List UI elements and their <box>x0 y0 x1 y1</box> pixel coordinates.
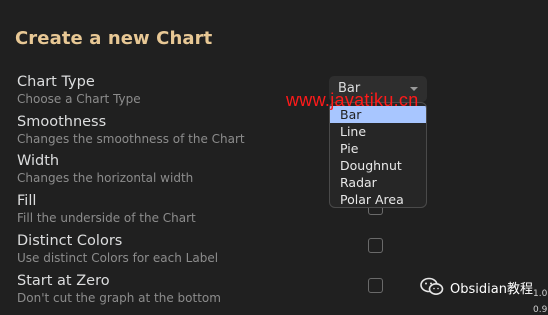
setting-smoothness: Smoothness Changes the smoothness of the… <box>17 114 245 146</box>
setting-name: Distinct Colors <box>17 233 123 249</box>
setting-chart-type: Chart Type Choose a Chart Type <box>17 74 141 106</box>
setting-name: Width <box>17 153 60 169</box>
dropdown-option-radar[interactable]: Radar <box>330 174 426 191</box>
dropdown-option-polar-area[interactable]: Polar Area <box>330 191 426 207</box>
chart-type-select[interactable]: Bar <box>329 76 427 102</box>
setting-description: Use distinct Colors for each Label <box>17 251 219 265</box>
setting-description: Choose a Chart Type <box>17 92 141 106</box>
wechat-icon <box>420 277 444 295</box>
setting-fill: Fill Fill the underside of the Chart <box>17 193 196 225</box>
chevron-down-icon <box>410 87 418 91</box>
dropdown-option-doughnut[interactable]: Doughnut <box>330 157 426 174</box>
start-at-zero-checkbox[interactable] <box>368 278 383 293</box>
setting-name: Fill <box>17 193 37 209</box>
setting-name: Chart Type <box>17 74 95 90</box>
dropdown-option-line[interactable]: Line <box>330 123 426 140</box>
distinct-colors-checkbox[interactable] <box>368 238 383 253</box>
setting-description: Changes the horizontal width <box>17 171 194 185</box>
wechat-badge-text: Obsidian教程 <box>450 281 533 297</box>
modal-title: Create a new Chart <box>15 28 213 49</box>
chart-type-dropdown: Bar Line Pie Doughnut Radar Polar Area <box>329 102 427 208</box>
chart-type-select-value: Bar <box>338 81 361 96</box>
setting-name: Start at Zero <box>17 273 110 289</box>
dropdown-option-pie[interactable]: Pie <box>330 140 426 157</box>
setting-description: Don't cut the graph at the bottom <box>17 291 221 305</box>
setting-description: Fill the underside of the Chart <box>17 211 196 225</box>
setting-name: Smoothness <box>17 114 107 130</box>
setting-distinct-colors: Distinct Colors Use distinct Colors for … <box>17 233 218 265</box>
setting-start-at-zero: Start at Zero Don't cut the graph at the… <box>17 273 221 305</box>
edge-number: 0.9 <box>533 305 548 315</box>
edge-number: 1.0 <box>533 289 548 299</box>
dropdown-option-bar[interactable]: Bar <box>330 106 426 123</box>
setting-description: Changes the smoothness of the Chart <box>17 132 245 146</box>
wechat-badge: Obsidian教程 <box>420 277 533 297</box>
setting-width: Width Changes the horizontal width <box>17 153 193 185</box>
